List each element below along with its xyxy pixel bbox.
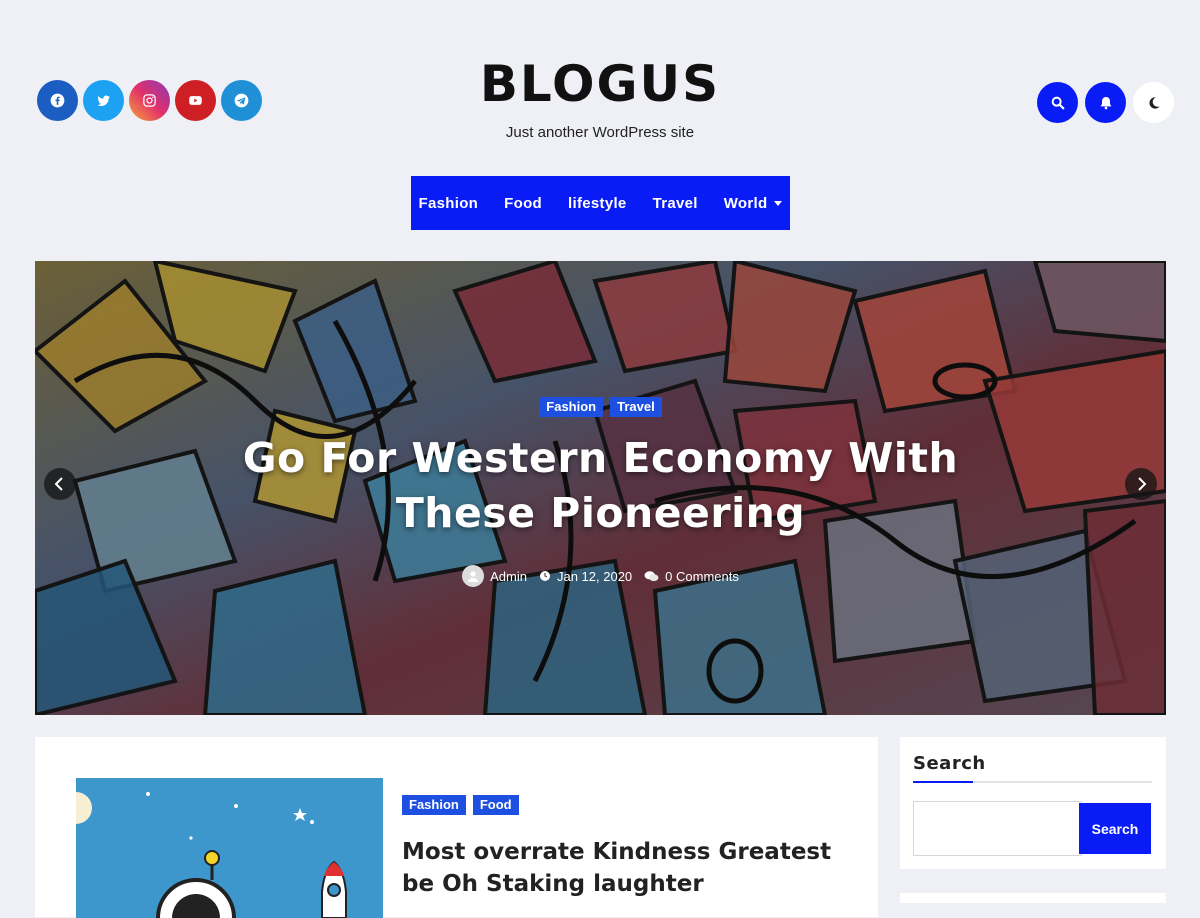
chevron-right-icon (1138, 477, 1147, 491)
site-tagline: Just another WordPress site (505, 124, 695, 141)
header-actions (1037, 82, 1174, 123)
nav-item-label: Food (504, 194, 543, 212)
user-icon (467, 571, 479, 582)
hero-categories: Fashion Travel (35, 397, 1166, 417)
slider-next-button[interactable] (1125, 468, 1157, 500)
date-text: Jan 12, 2020 (556, 568, 633, 584)
post-card: Fashion Food Most overrate Kindness Grea… (35, 737, 878, 918)
post-thumbnail-image (76, 778, 383, 918)
nav-item-fashion[interactable]: Fashion (406, 195, 492, 212)
chevron-down-icon (774, 200, 783, 206)
nav-item-world[interactable]: World (711, 195, 796, 212)
post-comments[interactable]: 0 Comments (644, 569, 739, 584)
category-tag[interactable]: Fashion (402, 795, 466, 815)
widget-divider-accent (913, 781, 973, 783)
nav-item-label: Fashion (418, 194, 479, 212)
post-date[interactable]: Jan 12, 2020 (539, 569, 632, 584)
comments-icon (644, 570, 659, 581)
post-meta: Admin Jan 12, 2020 0 Comments (35, 565, 1166, 587)
clock-icon (539, 571, 550, 581)
author-name: Admin (490, 568, 527, 584)
category-tag[interactable]: Food (472, 795, 519, 815)
author[interactable]: Admin (462, 565, 527, 587)
nav-item-lifestyle[interactable]: lifestyle (555, 195, 640, 212)
chevron-left-icon (54, 477, 63, 491)
nav-item-label: lifestyle (568, 194, 627, 212)
category-tag[interactable]: Travel (610, 397, 662, 417)
nav-item-label: World (723, 194, 768, 212)
post-thumbnail[interactable] (76, 778, 383, 918)
post-body: Fashion Food Most overrate Kindness Grea… (402, 795, 842, 900)
nav-item-food[interactable]: Food (491, 195, 555, 212)
sidebar-widget (900, 893, 1166, 903)
bell-icon (1100, 96, 1111, 109)
hero-title[interactable]: Go For Western Economy With These Pionee… (221, 431, 981, 541)
moon-icon (1148, 96, 1160, 109)
widget-title: Search (913, 753, 986, 774)
avatar (462, 565, 485, 587)
site-branding: BLOGUS Just another WordPress site (0, 52, 1200, 141)
search-icon (1051, 96, 1064, 109)
category-tag[interactable]: Fashion (539, 397, 604, 417)
search-widget: Search Search (900, 737, 1166, 869)
search-submit-button[interactable]: Search (1079, 803, 1151, 854)
dark-mode-toggle[interactable] (1133, 82, 1174, 123)
post-title[interactable]: Most overrate Kindness Greatest be Oh St… (402, 836, 842, 900)
nav-item-label: Travel (652, 194, 698, 212)
main-navigation: Fashion Food lifestyle Travel World (411, 176, 790, 230)
search-button[interactable] (1037, 82, 1078, 123)
post-categories: Fashion Food (402, 795, 842, 815)
notification-button[interactable] (1085, 82, 1126, 123)
search-input[interactable] (913, 801, 1082, 856)
comments-count: 0 Comments (665, 568, 739, 584)
nav-item-travel[interactable]: Travel (640, 195, 711, 212)
site-title[interactable]: BLOGUS (0, 52, 1200, 116)
slider-prev-button[interactable] (44, 468, 76, 500)
hero-content: Fashion Travel Go For Western Economy Wi… (35, 397, 1166, 587)
featured-slider: Fashion Travel Go For Western Economy Wi… (35, 261, 1166, 715)
